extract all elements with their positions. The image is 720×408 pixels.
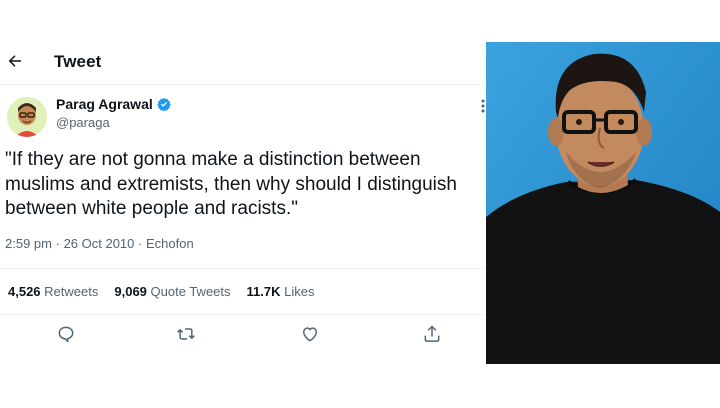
likes-count: 11.7K	[246, 284, 281, 299]
quotes-label: Quote Tweets	[150, 284, 231, 299]
divider	[0, 84, 486, 85]
verified-badge-icon	[156, 97, 171, 111]
display-name[interactable]: Parag Agrawal	[56, 96, 153, 112]
tweet-time[interactable]: 2:59 pm	[5, 236, 52, 251]
tweet-meta: 2:59 pm · 26 Oct 2010 · Echofon	[5, 236, 194, 251]
meta-separator: ·	[55, 236, 64, 251]
tweet-header: Tweet	[0, 40, 486, 84]
quotes-count: 9,069	[114, 284, 147, 299]
reply-icon[interactable]	[56, 324, 76, 344]
speaker-photo-illustration	[486, 42, 720, 364]
likes-stat[interactable]: 11.7K Likes	[247, 284, 315, 299]
share-icon[interactable]	[422, 324, 442, 344]
avatar-illustration	[7, 97, 47, 137]
like-icon[interactable]	[300, 324, 320, 344]
tweet-date[interactable]: 26 Oct 2010	[64, 236, 135, 251]
divider	[0, 268, 486, 269]
tweet-actions	[0, 324, 486, 352]
meta-separator: ·	[138, 236, 146, 251]
tweet-text: "If they are not gonna make a distinctio…	[5, 149, 457, 219]
tweet-panel: Tweet Parag Agrawal @paraga "If they are…	[0, 40, 486, 370]
back-arrow-icon[interactable]	[6, 52, 24, 70]
retweets-count: 4,526	[8, 284, 41, 299]
tweet-source[interactable]: Echofon	[146, 236, 194, 251]
avatar[interactable]	[7, 97, 47, 137]
retweet-icon[interactable]	[176, 324, 196, 344]
retweets-label: Retweets	[44, 284, 99, 299]
author-handle[interactable]: @paraga	[56, 115, 110, 130]
page-title: Tweet	[54, 52, 102, 71]
quote-tweets-stat[interactable]: 9,069 Quote Tweets	[114, 284, 230, 299]
likes-label: Likes	[284, 284, 315, 299]
author-name-row: Parag Agrawal	[56, 96, 171, 112]
speaker-photo	[486, 42, 720, 364]
retweets-stat[interactable]: 4,526 Retweets	[8, 284, 98, 299]
divider	[0, 314, 486, 315]
tweet-stats: 4,526 Retweets 9,069 Quote Tweets 11.7K …	[8, 284, 315, 299]
